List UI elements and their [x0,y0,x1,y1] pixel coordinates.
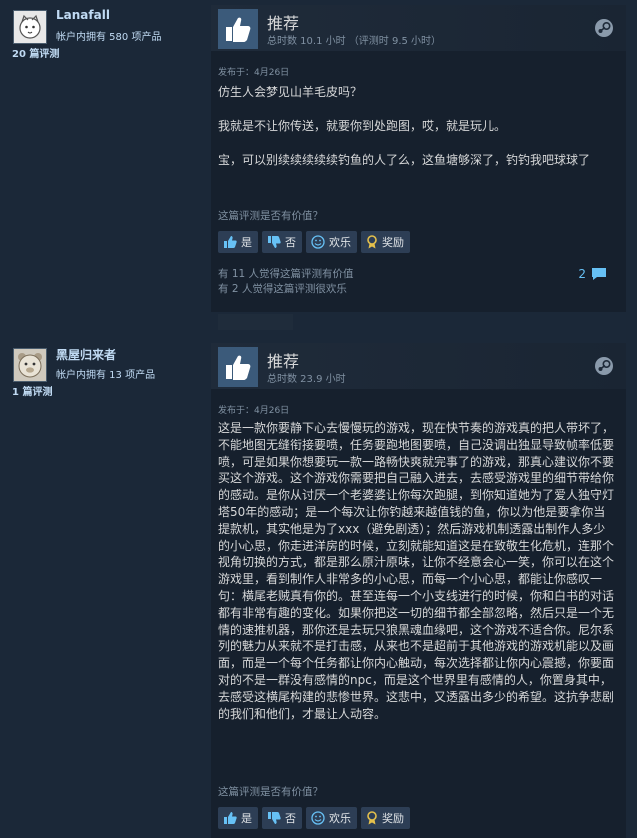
thumbs-up-icon [224,812,237,824]
avatar[interactable] [13,10,47,44]
thumbs-up-icon [218,9,258,49]
author-games-owned[interactable]: 帐户内拥有 13 项产品 [56,366,155,381]
vote-header[interactable]: 推荐 总时数 23.9 小时 [211,343,626,389]
smiley-icon [311,235,325,249]
avatar[interactable] [13,348,47,382]
thumbs-down-icon [268,236,281,248]
award-label: 奖励 [382,812,404,825]
cat-face-icon [19,14,41,39]
author-name[interactable]: 黑屋归来者 [56,346,116,363]
vote-label: 推荐 [267,352,300,371]
hours-played: 总时数 23.9 小时 [267,374,346,385]
author-review-count[interactable]: 1 篇评测 [12,383,52,398]
comment-count: 2 [578,267,586,281]
vote-yes-button[interactable]: 是 [218,807,258,829]
thumbs-up-icon [218,347,258,387]
divider [218,314,293,330]
review-card: Lanafall 帐户内拥有 580 项产品 20 篇评测 推荐 总时数 10.… [0,0,637,312]
vote-yes-button[interactable]: 是 [218,231,258,253]
posted-date: 发布于：4月26日 [218,68,290,78]
award-medal-icon [367,811,377,825]
thumbs-down-icon [268,812,281,824]
thumbs-up-icon [224,236,237,248]
award-medal-icon [367,235,377,249]
helpful-question: 这篇评测是否有价值？ [218,210,323,222]
author-name[interactable]: Lanafall [56,8,110,22]
review-panel: 推荐 总时数 10.1 小时 （评测时 9.5 小时） 发布于：4月26日 仿生… [211,5,626,312]
review-text: 仿生人会梦见山羊毛皮吗？ 我就是不让你传送，就要你到处跑图，哎，就是玩儿。 宝，… [218,85,591,167]
hours-played: 总时数 10.1 小时 （评测时 9.5 小时） [267,36,442,47]
review-stats: 有 11 人觉得这篇评测有价值 有 2 人觉得这篇评测很欢乐 [218,267,354,297]
review-card: 黑屋归来者 帐户内拥有 13 项产品 1 篇评测 推荐 总时数 23.9 小时 … [0,338,637,838]
vote-yes-label: 是 [241,812,252,825]
helpful-count: 有 11 人觉得这篇评测有价值 [218,268,354,280]
smiley-icon [311,811,325,825]
vote-funny-label: 欢乐 [329,236,351,249]
steam-logo-icon [595,357,613,375]
vote-header[interactable]: 推荐 总时数 10.1 小时 （评测时 9.5 小时） [211,5,626,51]
comment-count-link[interactable]: 2 [578,267,607,281]
steam-logo-icon [595,19,613,37]
vote-funny-label: 欢乐 [329,812,351,825]
vote-funny-button[interactable]: 欢乐 [306,807,357,829]
award-button[interactable]: 奖励 [361,807,410,829]
vote-label: 推荐 [267,14,300,33]
author-review-count[interactable]: 20 篇评测 [12,45,59,60]
vote-no-button[interactable]: 否 [262,807,302,829]
vote-no-label: 否 [285,812,296,825]
award-label: 奖励 [382,236,404,249]
funny-count: 有 2 人觉得这篇评测很欢乐 [218,283,347,295]
vote-buttons: 是 否 欢乐 奖励 [218,231,410,253]
review-text: 这是一款你要静下心去慢慢玩的游戏，现在快节奏的游戏真的把人带坏了，不能地图无缝衔… [218,421,615,721]
vote-buttons: 是 否 欢乐 奖励 [218,807,410,829]
helpful-question: 这篇评测是否有价值？ [218,786,323,798]
bear-face-icon [18,353,42,378]
comment-bubble-icon [592,268,606,280]
vote-yes-label: 是 [241,236,252,249]
vote-no-label: 否 [285,236,296,249]
posted-date: 发布于：4月26日 [218,406,290,416]
author-games-owned[interactable]: 帐户内拥有 580 项产品 [56,28,161,43]
vote-no-button[interactable]: 否 [262,231,302,253]
award-button[interactable]: 奖励 [361,231,410,253]
review-panel: 推荐 总时数 23.9 小时 发布于：4月26日 这是一款你要静下心去慢慢玩的游… [211,343,626,838]
vote-funny-button[interactable]: 欢乐 [306,231,357,253]
